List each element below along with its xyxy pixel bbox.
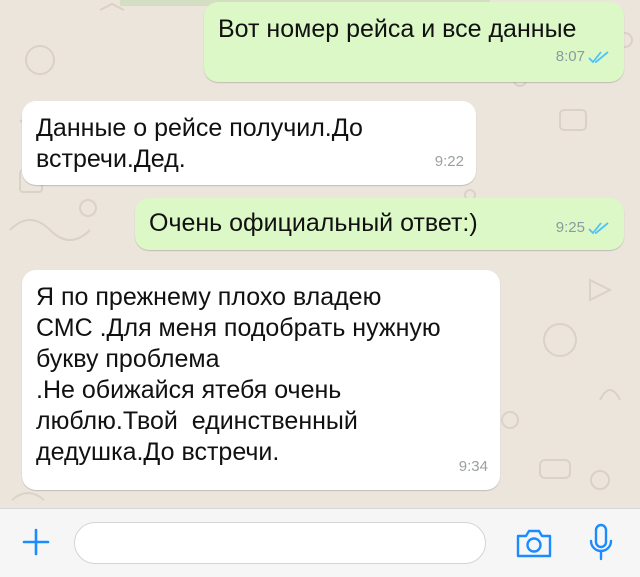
message-meta: 9:25 bbox=[556, 212, 610, 243]
read-ticks-icon bbox=[588, 221, 609, 234]
message-text: Данные о рейсе получил.До встречи.Дед. bbox=[36, 114, 363, 173]
message-bubble-incoming[interactable]: Я по прежнему плохо владею СМС .Для меня… bbox=[22, 270, 500, 490]
plus-icon[interactable] bbox=[20, 526, 52, 558]
message-bubble-outgoing[interactable]: Вот номер рейса и все данные 8:07 bbox=[204, 2, 624, 82]
message-time: 9:25 bbox=[555, 219, 585, 236]
camera-icon[interactable] bbox=[514, 527, 554, 559]
message-meta: 8:07 bbox=[556, 41, 610, 72]
message-time: 9:34 bbox=[458, 458, 488, 475]
message-text: Я по прежнему плохо владею СМС .Для меня… bbox=[36, 283, 441, 466]
message-text: Вот номер рейса и все данные bbox=[218, 15, 577, 43]
composer-bar bbox=[0, 508, 640, 577]
message-input[interactable] bbox=[74, 522, 486, 564]
message-bubble-incoming[interactable]: Данные о рейсе получил.До встречи.Дед. 9… bbox=[22, 101, 476, 185]
microphone-icon[interactable] bbox=[588, 523, 614, 563]
message-text: Очень официальный ответ:) bbox=[149, 209, 478, 237]
message-time: 8:07 bbox=[555, 48, 585, 65]
message-bubble-outgoing[interactable]: Очень официальный ответ:) 9:25 bbox=[135, 198, 624, 250]
chat-background: Вот номер рейса и все данные 8:07 Данные… bbox=[0, 0, 640, 508]
message-time: 9:22 bbox=[434, 153, 464, 170]
message-meta: 9:22 bbox=[435, 146, 464, 177]
read-ticks-icon bbox=[588, 50, 609, 63]
message-meta: 9:34 bbox=[459, 451, 488, 482]
